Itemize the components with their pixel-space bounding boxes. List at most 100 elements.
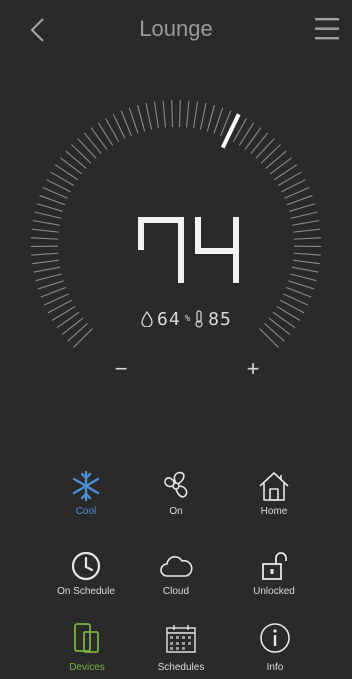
dial-tick xyxy=(65,150,87,169)
readout: 64 % 85 xyxy=(141,308,232,330)
decrease-button[interactable]: − xyxy=(109,356,133,382)
dial-tick xyxy=(293,228,321,233)
dial-tick xyxy=(40,286,67,298)
dial-tick xyxy=(33,266,61,273)
home-icon xyxy=(259,472,289,501)
thermostat-screen: Lounge 64 % 85 − + Cool On Home On Sched… xyxy=(6,0,346,679)
page-title: Lounge xyxy=(139,16,213,41)
dial-tick xyxy=(162,100,167,128)
dial-tick xyxy=(153,101,160,129)
header: Lounge xyxy=(6,0,346,60)
cloud-button[interactable]: Cloud xyxy=(131,548,221,597)
dial-tick xyxy=(291,266,319,273)
clock-icon xyxy=(71,551,101,581)
dial-tick xyxy=(42,187,68,199)
dial-tick xyxy=(71,144,92,164)
dial-tick xyxy=(120,110,132,136)
dial-tick xyxy=(292,220,320,226)
dial-tick xyxy=(259,328,279,348)
dial-tick xyxy=(73,328,93,348)
mode-cool-label: Cool xyxy=(75,506,97,517)
tab-devices-label: Devices xyxy=(69,662,105,673)
dial-tick xyxy=(284,187,310,199)
dial-tick xyxy=(263,322,285,342)
info-icon xyxy=(260,623,290,653)
dial-tick xyxy=(185,100,190,128)
home-label: Home xyxy=(260,506,288,517)
dial-tick xyxy=(272,311,296,329)
humidity-icon xyxy=(141,311,153,327)
devices-icon xyxy=(74,623,99,653)
cloud-label: Cloud xyxy=(162,586,190,597)
tab-schedules-label: Schedules xyxy=(157,662,205,673)
lock-label: Unlocked xyxy=(253,586,295,597)
home-button[interactable]: Home xyxy=(229,468,319,517)
dial-tick xyxy=(290,211,318,219)
dial-tick xyxy=(39,195,66,206)
unlock-icon xyxy=(262,552,287,580)
humidity-value: 64 xyxy=(157,308,181,330)
dial-tick xyxy=(192,101,199,129)
dial-tick xyxy=(255,138,275,159)
tab-devices[interactable]: Devices xyxy=(37,622,137,673)
dial-tick xyxy=(32,259,60,265)
dial-tick xyxy=(54,164,79,181)
dial-tick xyxy=(83,132,102,155)
snowflake-icon xyxy=(72,470,100,502)
tab-info[interactable]: Info xyxy=(225,622,325,673)
dial-tick xyxy=(34,211,62,219)
schedule-button[interactable]: On Schedule xyxy=(41,548,131,597)
menu-icon[interactable] xyxy=(314,16,340,42)
dial-tick xyxy=(32,220,60,226)
dial-tick xyxy=(250,132,269,155)
dial-tick xyxy=(206,105,215,132)
increase-button[interactable]: + xyxy=(241,356,265,382)
dial-tick xyxy=(285,286,312,298)
dial-tick xyxy=(265,150,287,169)
dial-tick xyxy=(268,317,291,336)
dial-tick xyxy=(293,237,321,240)
tab-bar: Devices Schedules Info xyxy=(6,618,346,674)
dial-tick xyxy=(288,280,315,290)
dial-tick xyxy=(36,203,64,212)
dial-tick xyxy=(244,127,262,150)
mode-cool-button[interactable]: Cool xyxy=(41,468,131,517)
setpoint-display xyxy=(138,217,239,283)
dial-tick xyxy=(31,252,59,256)
schedule-label: On Schedule xyxy=(57,586,115,597)
dial-tick xyxy=(56,311,80,329)
dial-tick xyxy=(61,317,84,336)
dial-tick xyxy=(35,273,62,282)
dial-tick xyxy=(260,144,281,164)
dial-tick xyxy=(137,105,146,132)
dial-tick xyxy=(199,103,207,130)
dial-tick xyxy=(292,259,320,265)
tab-schedules[interactable]: Schedules xyxy=(131,622,231,673)
dial-tick xyxy=(213,107,224,134)
dial-tick xyxy=(31,228,59,233)
dial-tick xyxy=(171,100,174,128)
cloud-icon xyxy=(160,556,193,577)
tab-info-label: Info xyxy=(266,662,284,673)
dial-tick xyxy=(269,157,293,175)
dial-tick xyxy=(31,237,59,240)
lock-button[interactable]: Unlocked xyxy=(229,548,319,597)
dial-tick xyxy=(290,273,317,282)
fan-icon xyxy=(164,471,188,498)
dial-tick xyxy=(37,280,64,290)
fan-label: On xyxy=(169,506,183,517)
dial-tick xyxy=(67,322,89,342)
thermometer-icon xyxy=(195,310,203,328)
dial-tick xyxy=(273,164,298,181)
indoor-temp-value: 85 xyxy=(208,308,232,330)
dial-tick xyxy=(59,157,83,175)
dial-tick xyxy=(286,195,313,206)
humidity-unit: % xyxy=(184,314,191,324)
setpoint-marker xyxy=(220,113,241,149)
dial-tick xyxy=(145,103,153,130)
dial-tick xyxy=(293,252,321,256)
dial-tick xyxy=(128,107,139,134)
dial-tick xyxy=(77,138,97,159)
dial-tick xyxy=(288,203,316,212)
fan-button[interactable]: On xyxy=(131,468,221,517)
